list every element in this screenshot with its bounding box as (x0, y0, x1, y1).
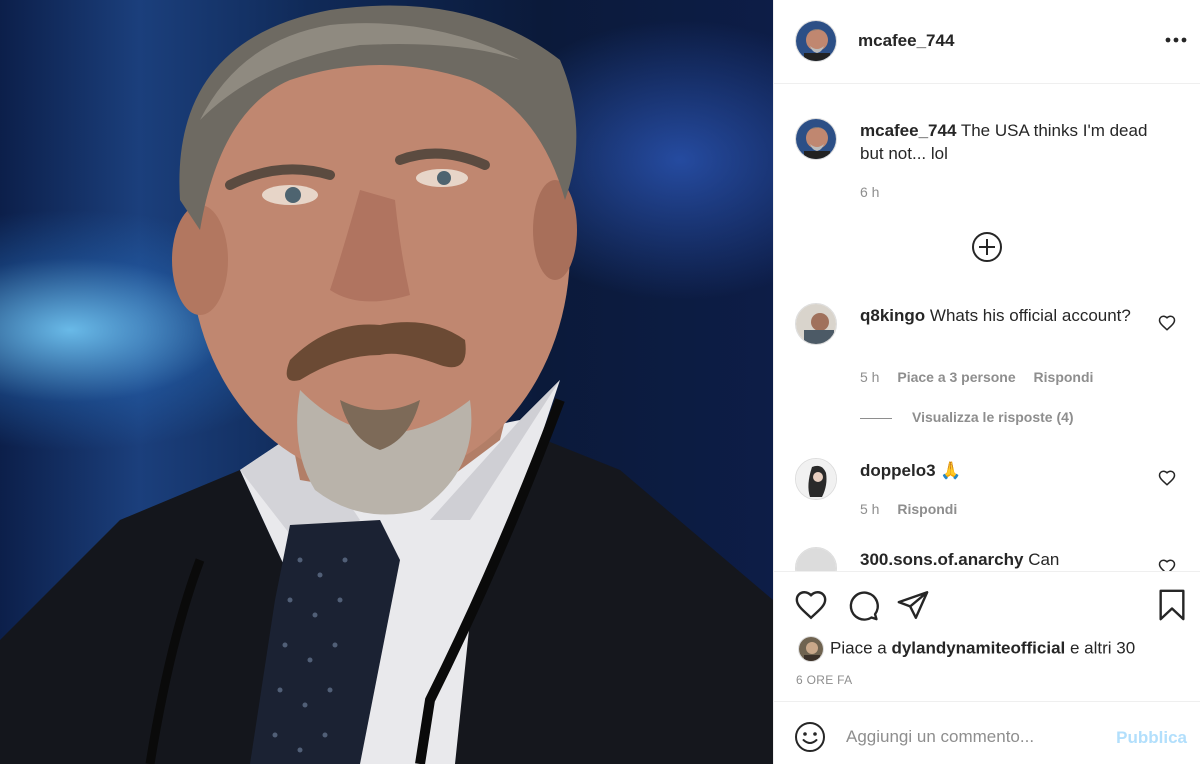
comment-text: 🙏 (940, 461, 962, 480)
post-actions: Piace a dylandynamiteofficial e altri 30… (774, 571, 1200, 701)
caption: mcafee_744 The USA thinks I'm dead but n… (860, 119, 1150, 165)
liker-username[interactable]: dylandynamiteofficial (891, 638, 1065, 657)
view-replies-label: Visualizza le risposte (4) (912, 409, 1074, 425)
heart-icon[interactable] (1158, 469, 1176, 487)
comment-item: q8kingo Whats his official account? (860, 304, 1150, 327)
post-date: 6 ORE FA (796, 673, 853, 687)
comment-username[interactable]: 300.sons.of.anarchy (860, 550, 1023, 569)
caption-avatar[interactable] (795, 118, 837, 160)
comment-meta: 5 h Rispondi (860, 501, 971, 517)
comment-item: 300.sons.of.anarchy Can (860, 548, 1150, 571)
comment-username[interactable]: q8kingo (860, 306, 925, 325)
emoji-icon[interactable] (794, 721, 826, 753)
comment-time: 5 h (860, 501, 880, 517)
publish-button[interactable]: Pubblica (1116, 728, 1187, 748)
comment-item: doppelo3 🙏 (860, 459, 1150, 482)
post-side-panel: mcafee_744 mcafee_744 The USA thinks I'm… (773, 0, 1200, 764)
comment-avatar[interactable] (795, 303, 837, 345)
likes-suffix-link[interactable]: e altri 30 (1070, 638, 1135, 657)
author-username[interactable]: mcafee_744 (858, 31, 954, 51)
replies-divider (860, 417, 892, 419)
reply-button[interactable]: Rispondi (897, 501, 957, 517)
comment-likes-link[interactable]: Piace a 3 persone (897, 369, 1015, 385)
heart-icon[interactable] (1158, 314, 1176, 332)
likes-summary: Piace a dylandynamiteofficial e altri 30 (798, 636, 1135, 662)
likes-suffix: e altri 30 (1070, 638, 1136, 658)
caption-meta: 6 h (860, 184, 893, 200)
plus-circle-icon[interactable] (971, 231, 1003, 263)
comment-avatar[interactable] (795, 547, 837, 571)
comment-input[interactable] (846, 720, 1106, 754)
share-icon[interactable] (896, 588, 930, 622)
post-header: mcafee_744 (774, 0, 1200, 84)
liker-avatar[interactable] (798, 636, 824, 662)
view-replies-button[interactable]: Visualizza le risposte (4) (860, 409, 1074, 425)
comment-text: Whats his official account? (929, 306, 1131, 325)
comment-icon[interactable] (846, 588, 880, 622)
more-horizontal-icon[interactable] (1163, 30, 1189, 50)
bookmark-icon[interactable] (1155, 588, 1189, 622)
author-avatar[interactable] (795, 20, 837, 62)
post-photo (0, 0, 773, 764)
comment-avatar[interactable] (795, 458, 837, 500)
comment-username[interactable]: doppelo3 (860, 461, 936, 480)
heart-icon[interactable] (794, 588, 828, 622)
comment-time: 5 h (860, 369, 880, 385)
reply-button[interactable]: Rispondi (1034, 369, 1094, 385)
caption-username[interactable]: mcafee_744 (860, 121, 956, 140)
comment-text: Can (1028, 550, 1060, 569)
comment-meta: 5 h Piace a 3 persone Rispondi (860, 369, 1107, 385)
comments-list[interactable]: mcafee_744 The USA thinks I'm dead but n… (774, 85, 1200, 571)
likes-prefix: Piace a (830, 638, 887, 658)
add-comment-bar: Pubblica (774, 701, 1200, 764)
heart-icon[interactable] (1158, 558, 1176, 571)
caption-time: 6 h (860, 184, 880, 200)
